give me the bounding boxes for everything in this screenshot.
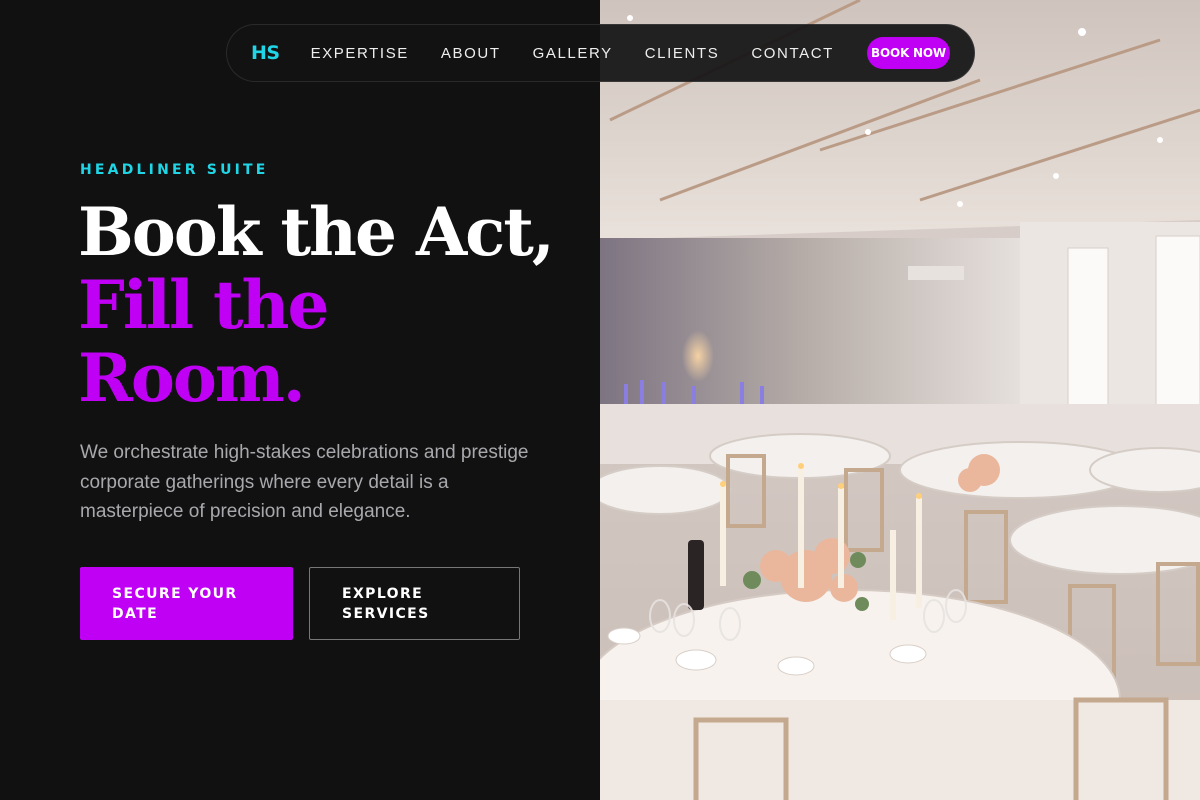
nav-link-expertise[interactable]: EXPERTISE (311, 45, 409, 62)
explore-services-button[interactable]: EXPLORE SERVICES (309, 567, 520, 640)
brand-logo[interactable]: HS (251, 42, 280, 64)
secondary-cta-line-2: SERVICES (342, 605, 430, 622)
nav-link-contact[interactable]: CONTACT (751, 45, 834, 62)
banquet-hall-image (600, 0, 1200, 800)
secondary-cta-line-1: EXPLORE (342, 585, 424, 602)
nav-link-gallery[interactable]: GALLERY (533, 45, 613, 62)
primary-cta-line-2: DATE (112, 605, 159, 622)
explore-services-label: EXPLORE SERVICES (342, 584, 430, 624)
book-now-button[interactable]: BOOK NOW (866, 37, 950, 69)
hero-headline: Book the Act, Fill the Room. (78, 193, 555, 417)
secure-your-date-label: SECURE YOUR DATE (112, 584, 238, 624)
primary-cta-line-1: SECURE YOUR (112, 585, 238, 602)
nav-link-clients[interactable]: CLIENTS (645, 45, 720, 62)
headline-line-1: Book the Act, (78, 193, 555, 271)
secure-your-date-button[interactable]: SECURE YOUR DATE (80, 567, 293, 640)
top-nav-bar: HS EXPERTISE ABOUT GALLERY CLIENTS CONTA… (226, 24, 975, 82)
hero-eyebrow: HEADLINER SUITE (80, 162, 269, 178)
headline-line-2: Fill the (78, 266, 330, 344)
hero-description: We orchestrate high-stakes celebrations … (80, 442, 529, 522)
headline-line-3: Room. (78, 339, 306, 417)
nav-link-about[interactable]: ABOUT (441, 45, 501, 62)
